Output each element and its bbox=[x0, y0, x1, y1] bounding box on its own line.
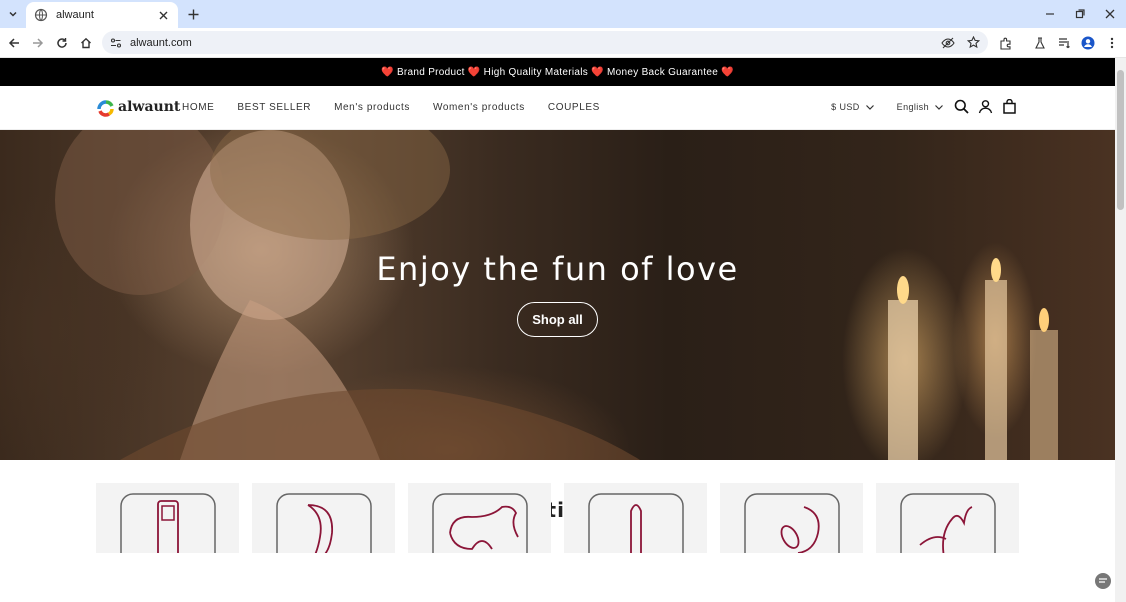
tab-title: alwaunt bbox=[56, 9, 94, 21]
logo-mark-icon bbox=[97, 100, 114, 117]
browser-tabbar: alwaunt bbox=[0, 0, 1126, 28]
reload-icon[interactable] bbox=[52, 33, 72, 53]
collection-card[interactable] bbox=[252, 483, 395, 553]
hero-content: Enjoy the fun of love Shop all bbox=[0, 250, 1115, 337]
site-header: alwaunt HOME BEST SELLER Men's products … bbox=[0, 86, 1115, 130]
header-utilities: $ USD English bbox=[831, 99, 1017, 114]
site-logo[interactable]: alwaunt bbox=[96, 97, 180, 117]
lab-icon[interactable] bbox=[1030, 33, 1050, 53]
new-tab-icon[interactable] bbox=[184, 5, 202, 23]
cart-icon[interactable] bbox=[1002, 99, 1017, 114]
language-selector[interactable]: English bbox=[897, 102, 944, 112]
collection-card[interactable] bbox=[564, 483, 707, 553]
product-icon-6 bbox=[900, 493, 996, 553]
page-scrollbar[interactable] bbox=[1115, 58, 1126, 602]
shop-all-button[interactable]: Shop all bbox=[517, 302, 598, 337]
forward-icon[interactable] bbox=[28, 33, 48, 53]
search-icon[interactable] bbox=[954, 99, 969, 114]
media-queue-icon[interactable] bbox=[1054, 33, 1074, 53]
chevron-down-icon bbox=[865, 104, 874, 110]
currency-selector[interactable]: $ USD bbox=[831, 102, 875, 112]
url-text: alwaunt.com bbox=[130, 36, 192, 49]
account-icon[interactable] bbox=[978, 99, 993, 114]
hero-title: Enjoy the fun of love bbox=[376, 250, 739, 288]
logo-text: alwaunt bbox=[118, 99, 181, 115]
product-icon-4 bbox=[588, 493, 684, 553]
collection-card[interactable] bbox=[408, 483, 551, 553]
browser-toolbar: alwaunt.com bbox=[0, 28, 1126, 58]
globe-icon bbox=[34, 8, 48, 22]
product-icon-3 bbox=[432, 493, 528, 553]
home-icon[interactable] bbox=[76, 33, 96, 53]
product-icon-2 bbox=[276, 493, 372, 553]
product-icon-5 bbox=[744, 493, 840, 553]
nav-womens-products[interactable]: Women's products bbox=[433, 102, 525, 113]
scrollbar-thumb[interactable] bbox=[1117, 70, 1124, 210]
chat-widget-icon[interactable] bbox=[1094, 572, 1112, 590]
close-window-icon[interactable] bbox=[1095, 0, 1125, 28]
menu-kebab-icon[interactable] bbox=[1102, 33, 1122, 53]
nav-couples[interactable]: COUPLES bbox=[548, 102, 600, 113]
star-icon[interactable] bbox=[967, 36, 980, 49]
site-info-icon[interactable] bbox=[110, 37, 122, 49]
collection-card[interactable] bbox=[876, 483, 1019, 553]
collection-card[interactable] bbox=[96, 483, 239, 553]
minimize-icon[interactable] bbox=[1035, 0, 1065, 28]
hero-banner: Enjoy the fun of love Shop all bbox=[0, 130, 1115, 460]
restore-icon[interactable] bbox=[1065, 0, 1095, 28]
close-tab-icon[interactable] bbox=[156, 8, 170, 22]
collection-cards bbox=[96, 483, 1019, 553]
nav-home[interactable]: HOME bbox=[182, 102, 214, 113]
language-label: English bbox=[896, 101, 929, 112]
announcement-bar: ❤️ Brand Product ❤️ High Quality Materia… bbox=[0, 58, 1115, 86]
currency-label: $ USD bbox=[831, 101, 860, 112]
main-nav: HOME BEST SELLER Men's products Women's … bbox=[182, 102, 600, 113]
back-icon[interactable] bbox=[4, 33, 24, 53]
nav-best-seller[interactable]: BEST SELLER bbox=[237, 102, 311, 113]
nav-mens-products[interactable]: Men's products bbox=[334, 102, 410, 113]
announcement-text: ❤️ Brand Product ❤️ High Quality Materia… bbox=[381, 66, 734, 78]
address-bar[interactable]: alwaunt.com bbox=[102, 31, 988, 54]
tab-search-icon[interactable] bbox=[4, 6, 22, 22]
product-icon-1 bbox=[120, 493, 216, 553]
collection-card[interactable] bbox=[720, 483, 863, 553]
chevron-down-icon bbox=[935, 104, 943, 110]
browser-tab[interactable]: alwaunt bbox=[26, 2, 178, 28]
eye-off-icon[interactable] bbox=[941, 36, 955, 50]
profile-avatar-icon[interactable] bbox=[1078, 33, 1098, 53]
extensions-icon[interactable] bbox=[995, 33, 1015, 53]
